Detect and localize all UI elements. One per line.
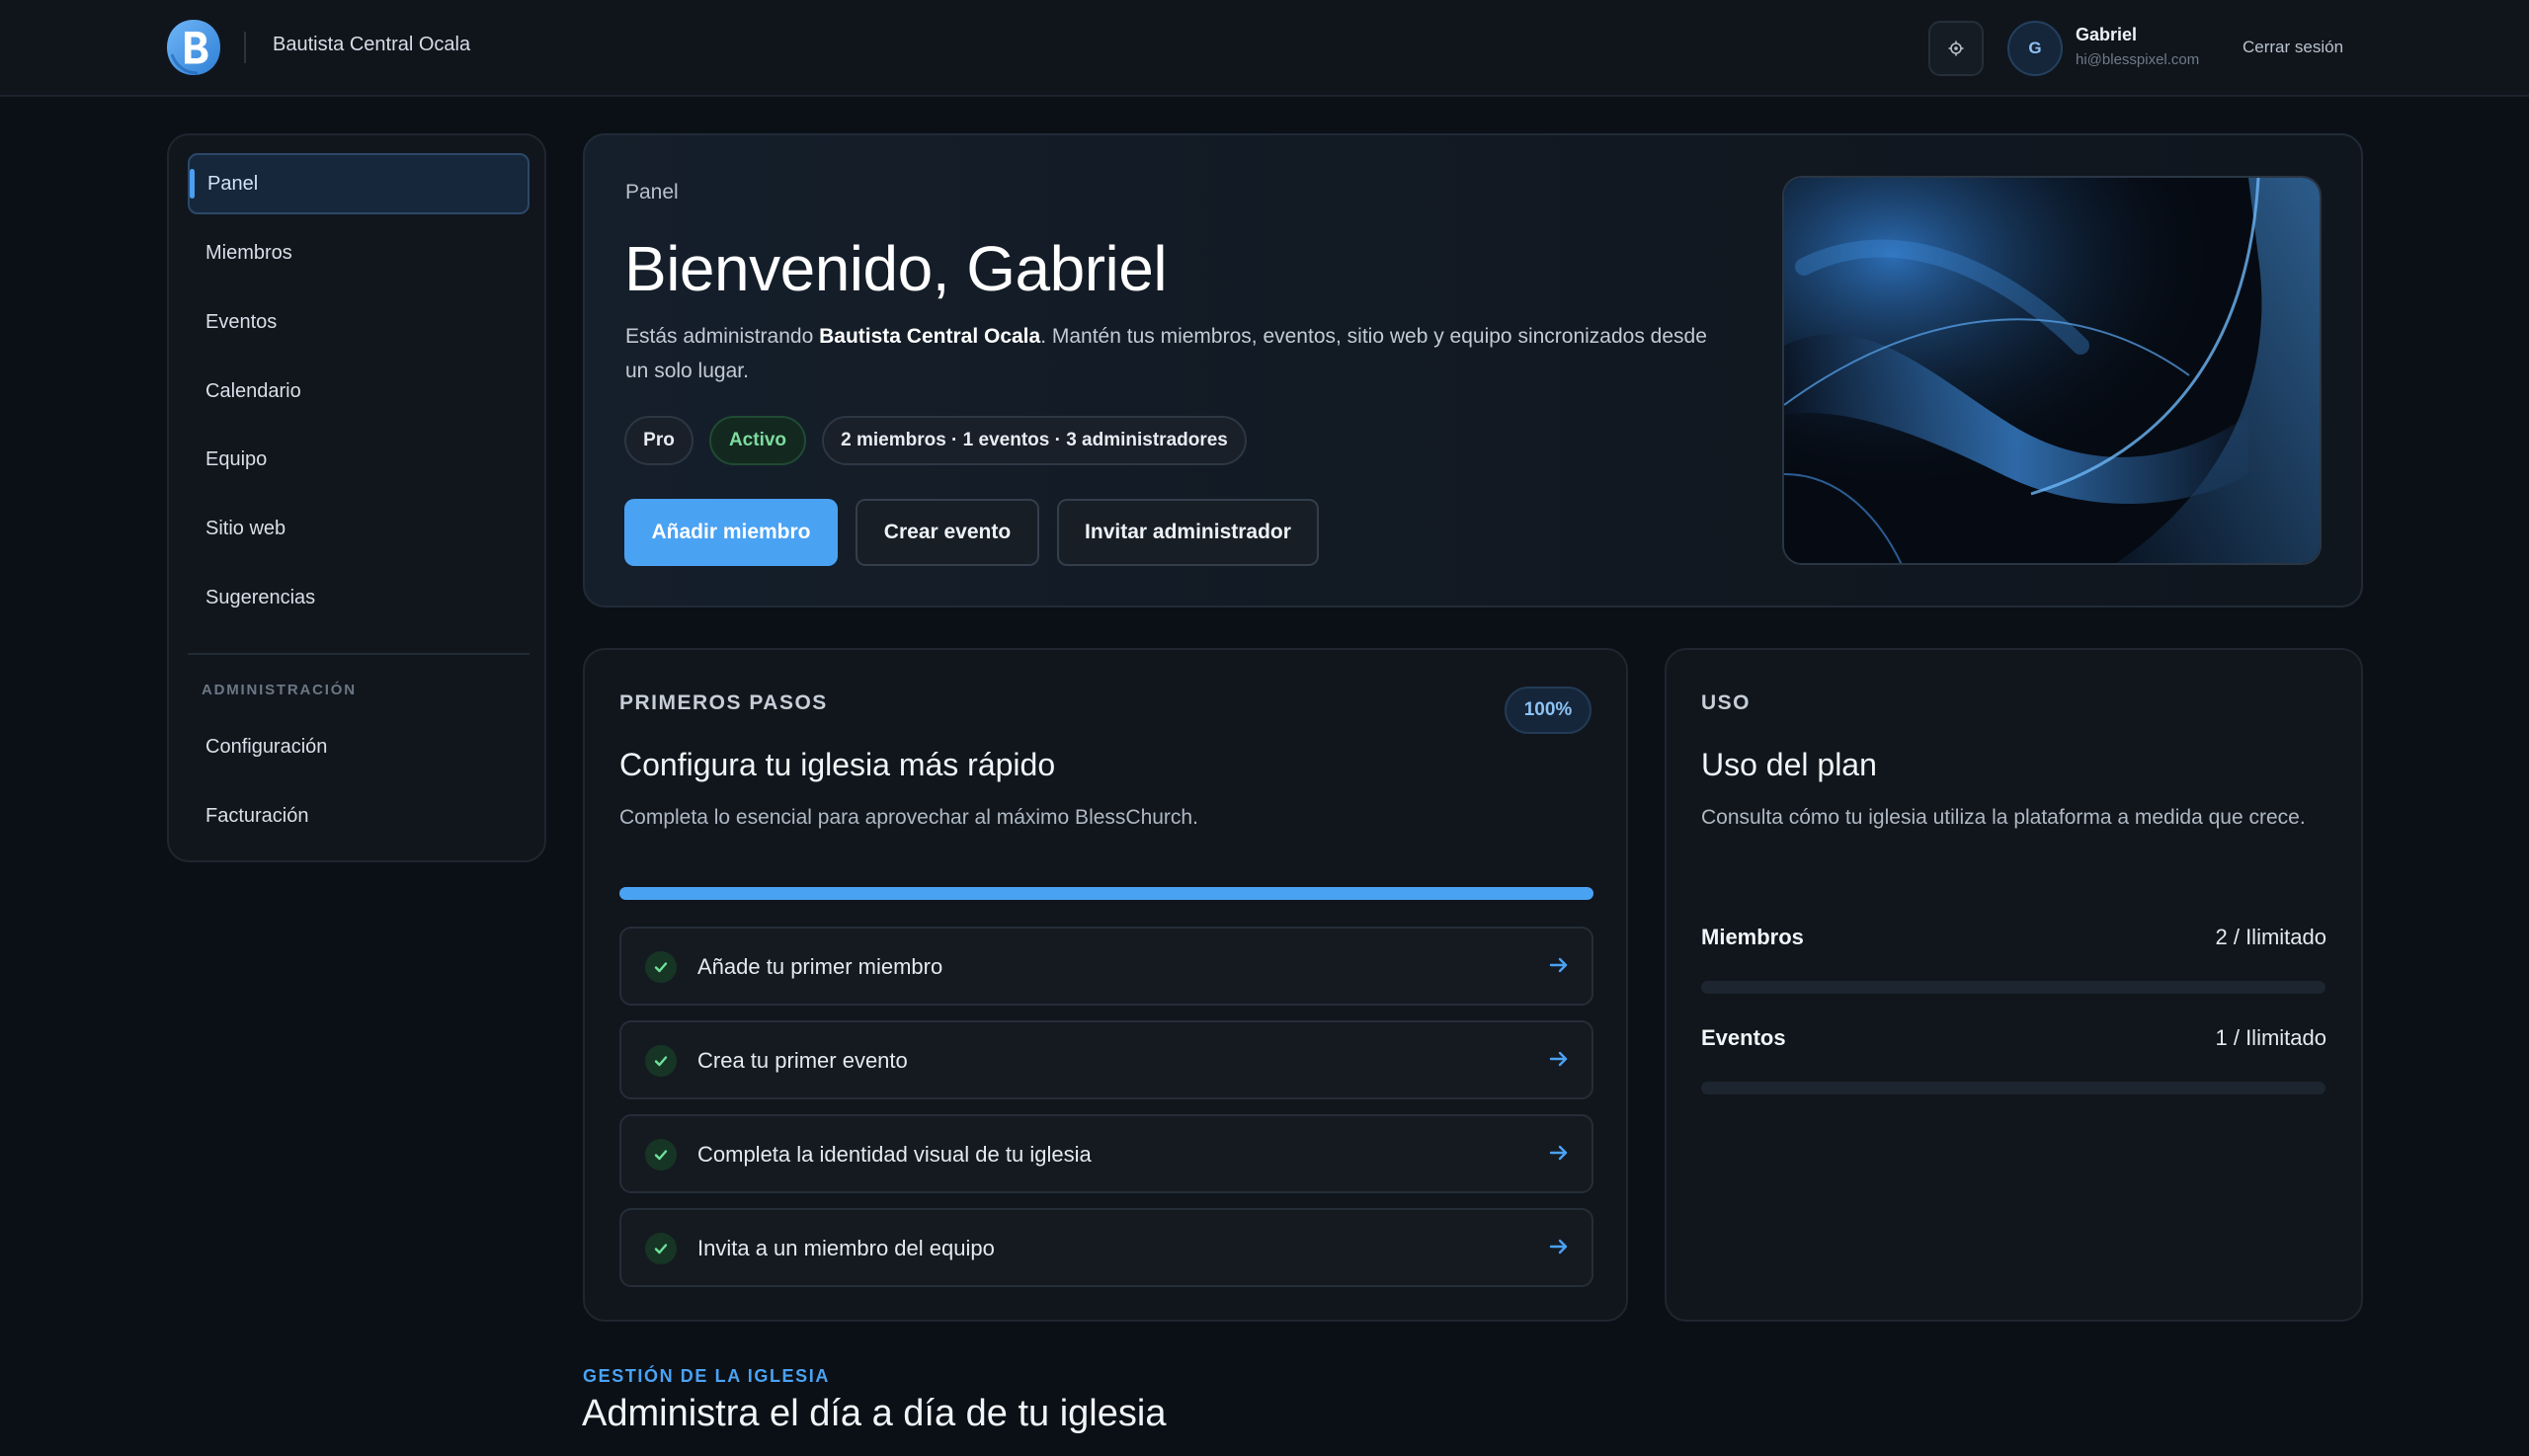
getting-started-title: Configura tu iglesia más rápido bbox=[619, 747, 1056, 782]
sidebar-item-settings[interactable]: Configuración bbox=[188, 716, 530, 777]
getting-started-description: Completa lo esencial para aprovechar al … bbox=[619, 806, 1198, 829]
plan-badge: Pro bbox=[624, 416, 693, 465]
usage-events-label: Eventos bbox=[1701, 1025, 1786, 1050]
sidebar: Panel Miembros Eventos Calendario Equipo… bbox=[167, 133, 546, 862]
user-name: Gabriel bbox=[2076, 25, 2138, 44]
step-add-member[interactable]: Añade tu primer miembro bbox=[619, 927, 1593, 1006]
usage-members-label: Miembros bbox=[1701, 925, 1804, 949]
usage-members-bar bbox=[1701, 981, 2325, 994]
user-email: hi@blesspixel.com bbox=[2076, 51, 2200, 68]
blesschurch-logo[interactable] bbox=[164, 17, 223, 78]
gear-icon bbox=[1948, 40, 1964, 56]
page-title: Bienvenido, Gabriel bbox=[624, 233, 1168, 304]
user-avatar[interactable]: G bbox=[2007, 21, 2063, 76]
sidebar-divider bbox=[188, 653, 530, 655]
step-visual-identity[interactable]: Completa la identidad visual de tu igles… bbox=[619, 1114, 1593, 1193]
getting-started-eyebrow: PRIMEROS PASOS bbox=[619, 691, 828, 714]
usage-events-bar bbox=[1701, 1082, 2325, 1094]
check-icon bbox=[645, 951, 677, 983]
onboarding-progress-fill bbox=[619, 887, 1593, 900]
step-label: Invita a un miembro del equipo bbox=[697, 1236, 995, 1260]
sidebar-item-members[interactable]: Miembros bbox=[188, 222, 530, 283]
sidebar-item-panel[interactable]: Panel bbox=[188, 153, 530, 214]
add-member-button[interactable]: Añadir miembro bbox=[624, 499, 838, 566]
arrow-right-icon bbox=[1549, 1239, 1568, 1254]
usage-events-value: 1 / Ilimitado bbox=[2215, 1025, 2327, 1050]
header-divider bbox=[244, 32, 246, 63]
welcome-hero: Panel Bienvenido, Gabriel Estás administ… bbox=[583, 133, 2363, 607]
step-label: Completa la identidad visual de tu igles… bbox=[697, 1142, 1092, 1167]
usage-description: Consulta cómo tu iglesia utiliza la plat… bbox=[1701, 806, 2306, 829]
step-label: Añade tu primer miembro bbox=[697, 954, 943, 979]
usage-members-value: 2 / Ilimitado bbox=[2215, 925, 2327, 949]
logout-link[interactable]: Cerrar sesión bbox=[2243, 38, 2343, 57]
getting-started-card: PRIMEROS PASOS 100% Configura tu iglesia… bbox=[583, 648, 1628, 1322]
arrow-right-icon bbox=[1549, 957, 1568, 973]
check-icon bbox=[645, 1045, 677, 1077]
check-icon bbox=[645, 1139, 677, 1171]
onboarding-progress-bar bbox=[619, 887, 1593, 900]
usage-title: Uso del plan bbox=[1701, 747, 1877, 782]
invite-admin-button[interactable]: Invitar administrador bbox=[1057, 499, 1319, 566]
church-name-highlight: Bautista Central Ocala bbox=[819, 325, 1041, 348]
sidebar-item-calendar[interactable]: Calendario bbox=[188, 361, 530, 422]
create-event-button[interactable]: Crear evento bbox=[856, 499, 1039, 566]
sidebar-item-team[interactable]: Equipo bbox=[188, 429, 530, 490]
management-title: Administra el día a día de tu iglesia bbox=[582, 1393, 1167, 1434]
progress-percent-badge: 100% bbox=[1505, 687, 1591, 734]
management-eyebrow: GESTIÓN DE LA IGLESIA bbox=[583, 1366, 830, 1386]
sidebar-item-billing[interactable]: Facturación bbox=[188, 785, 530, 847]
hero-description: Estás administrando Bautista Central Oca… bbox=[625, 325, 1707, 382]
sidebar-section-admin: ADMINISTRACIÓN bbox=[202, 682, 357, 698]
step-create-event[interactable]: Crea tu primer evento bbox=[619, 1020, 1593, 1099]
top-bar: Bautista Central Ocala G Gabriel hi@bles… bbox=[0, 0, 2529, 97]
usage-card: USO Uso del plan Consulta cómo tu iglesi… bbox=[1665, 648, 2363, 1322]
church-name: Bautista Central Ocala bbox=[273, 34, 471, 55]
arrow-right-icon bbox=[1549, 1051, 1568, 1067]
sidebar-item-website[interactable]: Sitio web bbox=[188, 498, 530, 559]
status-badge: Activo bbox=[709, 416, 806, 465]
step-invite-team[interactable]: Invita a un miembro del equipo bbox=[619, 1208, 1593, 1287]
usage-eyebrow: USO bbox=[1701, 691, 1752, 714]
sidebar-item-suggestions[interactable]: Sugerencias bbox=[188, 567, 530, 628]
arrow-right-icon bbox=[1549, 1145, 1568, 1161]
summary-badge: 2 miembros · 1 eventos · 3 administrador… bbox=[822, 416, 1247, 465]
sidebar-item-events[interactable]: Eventos bbox=[188, 291, 530, 353]
step-label: Crea tu primer evento bbox=[697, 1048, 908, 1073]
hero-eyebrow: Panel bbox=[625, 181, 679, 203]
check-icon bbox=[645, 1233, 677, 1264]
hero-abstract-image bbox=[1782, 176, 2322, 565]
settings-button[interactable] bbox=[1928, 21, 1984, 76]
